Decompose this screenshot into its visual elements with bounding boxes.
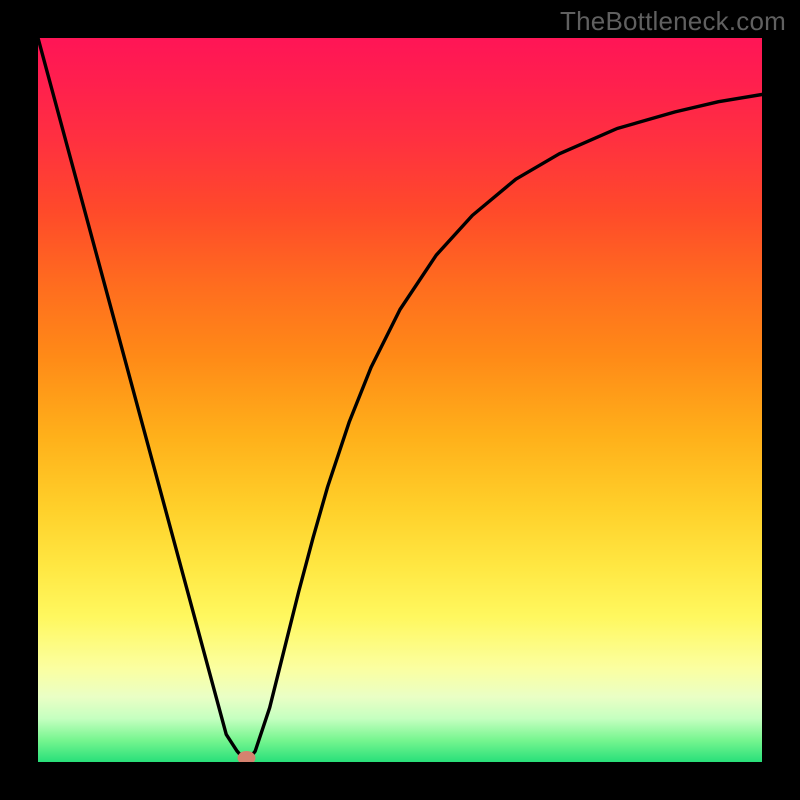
bottleneck-curve-path [38,38,762,762]
chart-frame: TheBottleneck.com [0,0,800,800]
plot-area [38,38,762,762]
bottleneck-curve-svg [38,38,762,762]
watermark-label: TheBottleneck.com [560,6,786,37]
